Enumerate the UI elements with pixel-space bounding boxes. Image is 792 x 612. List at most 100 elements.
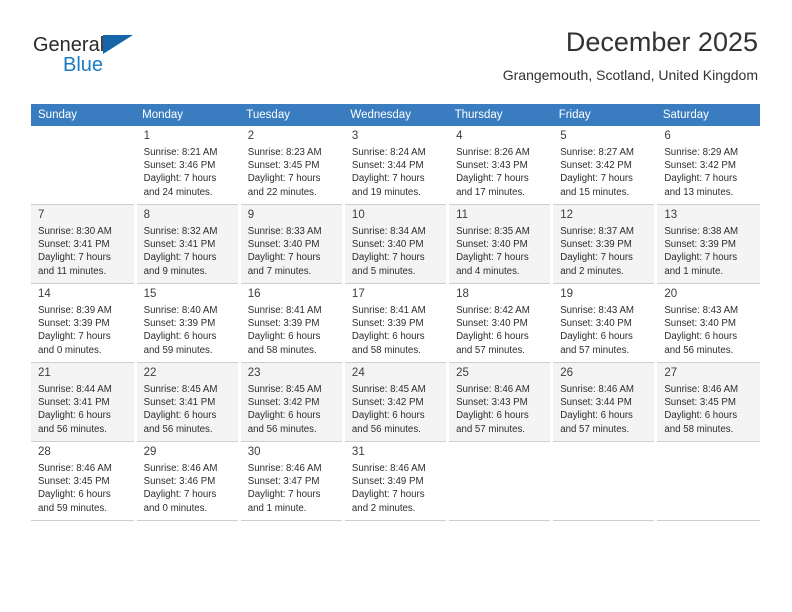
calendar-day-cell[interactable]: 28 Sunrise: 8:46 AM Sunset: 3:45 PM Dayl… — [31, 441, 137, 521]
daylight-text-line2: and 0 minutes. — [143, 502, 208, 514]
daylight-text-line2: and 9 minutes. — [143, 265, 208, 277]
day-number: 21 — [38, 367, 51, 379]
calendar-day-cell[interactable]: 19 Sunrise: 8:43 AM Sunset: 3:40 PM Dayl… — [551, 283, 658, 363]
sunset-text: Sunset: 3:42 PM — [560, 160, 632, 172]
daylight-text-line1: Daylight: 6 hours — [143, 331, 217, 343]
sunrise-text: Sunrise: 8:33 AM — [247, 226, 322, 237]
day-number: 22 — [143, 367, 157, 379]
day-details: Sunrise: 8:41 AM Sunset: 3:39 PM Dayligh… — [248, 304, 336, 357]
day-number: 24 — [351, 367, 365, 379]
calendar-day-cell[interactable]: 31 Sunrise: 8:46 AM Sunset: 3:49 PM Dayl… — [343, 441, 450, 521]
sunrise-text: Sunrise: 8:46 AM — [664, 384, 739, 395]
sunset-text: Sunset: 3:42 PM — [664, 160, 736, 172]
day-details: Sunrise: 8:32 AM Sunset: 3:41 PM Dayligh… — [144, 225, 232, 278]
calendar-day-cell[interactable]: 26 Sunrise: 8:46 AM Sunset: 3:44 PM Dayl… — [551, 362, 658, 442]
day-number: 17 — [351, 288, 365, 300]
calendar-day-cell[interactable]: 4 Sunrise: 8:26 AM Sunset: 3:43 PM Dayli… — [447, 126, 554, 205]
calendar-day-cell[interactable]: 11 Sunrise: 8:35 AM Sunset: 3:40 PM Dayl… — [447, 204, 554, 284]
daylight-text-line1: Daylight: 7 hours — [351, 252, 425, 264]
calendar-day-cell[interactable]: 16 Sunrise: 8:41 AM Sunset: 3:39 PM Dayl… — [239, 283, 345, 363]
sunrise-text: Sunrise: 8:41 AM — [247, 305, 322, 316]
sunset-text: Sunset: 3:45 PM — [247, 160, 320, 172]
day-details: Sunrise: 8:46 AM Sunset: 3:44 PM Dayligh… — [560, 383, 648, 436]
sunset-text: Sunset: 3:46 PM — [143, 160, 216, 172]
day-number: 9 — [247, 209, 255, 221]
daylight-text-line1: Daylight: 6 hours — [456, 331, 529, 343]
calendar-day-cell[interactable]: 30 Sunrise: 8:46 AM Sunset: 3:47 PM Dayl… — [239, 441, 345, 521]
sunset-text: Sunset: 3:41 PM — [143, 239, 216, 251]
day-details: Sunrise: 8:46 AM Sunset: 3:45 PM Dayligh… — [38, 462, 128, 515]
day-number: 10 — [351, 209, 365, 221]
calendar-day-cell[interactable]: 18 Sunrise: 8:42 AM Sunset: 3:40 PM Dayl… — [447, 283, 554, 363]
day-details: Sunrise: 8:42 AM Sunset: 3:40 PM Dayligh… — [456, 304, 544, 357]
calendar-grid: Sunday Monday Tuesday Wednesday Thursday… — [31, 104, 760, 521]
calendar-day-cell[interactable]: 5 Sunrise: 8:27 AM Sunset: 3:42 PM Dayli… — [551, 126, 658, 205]
sunrise-text: Sunrise: 8:46 AM — [143, 463, 218, 474]
calendar-day-cell[interactable]: 8 Sunrise: 8:32 AM Sunset: 3:41 PM Dayli… — [135, 204, 241, 284]
calendar-day-cell[interactable]: 12 Sunrise: 8:37 AM Sunset: 3:39 PM Dayl… — [551, 204, 658, 284]
day-details: Sunrise: 8:46 AM Sunset: 3:45 PM Dayligh… — [664, 383, 754, 436]
calendar-day-cell[interactable]: 10 Sunrise: 8:34 AM Sunset: 3:40 PM Dayl… — [343, 204, 450, 284]
calendar-day-cell[interactable]: 3 Sunrise: 8:24 AM Sunset: 3:44 PM Dayli… — [343, 126, 450, 205]
daylight-text-line2: and 2 minutes. — [560, 265, 624, 277]
daylight-text-line2: and 56 minutes. — [664, 344, 734, 356]
daylight-text-line1: Daylight: 6 hours — [664, 410, 738, 422]
calendar-day-cell[interactable]: 23 Sunrise: 8:45 AM Sunset: 3:42 PM Dayl… — [239, 362, 345, 442]
calendar-day-cell[interactable]: 14 Sunrise: 8:39 AM Sunset: 3:39 PM Dayl… — [31, 283, 137, 363]
sunrise-text: Sunrise: 8:43 AM — [560, 305, 634, 316]
calendar-day-cell[interactable]: 6 Sunrise: 8:29 AM Sunset: 3:42 PM Dayli… — [655, 126, 760, 205]
sunrise-text: Sunrise: 8:34 AM — [351, 226, 426, 237]
day-number: 3 — [351, 130, 359, 142]
sunrise-text: Sunrise: 8:46 AM — [456, 384, 530, 395]
calendar-day-cell[interactable]: 20 Sunrise: 8:43 AM Sunset: 3:40 PM Dayl… — [655, 283, 760, 363]
sunrise-text: Sunrise: 8:43 AM — [664, 305, 739, 316]
daylight-text-line2: and 4 minutes. — [456, 265, 520, 277]
calendar-day-cell[interactable]: 13 Sunrise: 8:38 AM Sunset: 3:39 PM Dayl… — [655, 204, 760, 284]
sunrise-text: Sunrise: 8:23 AM — [247, 147, 322, 158]
day-details: Sunrise: 8:21 AM Sunset: 3:46 PM Dayligh… — [144, 146, 232, 199]
sunrise-text: Sunrise: 8:46 AM — [560, 384, 634, 395]
day-details: Sunrise: 8:40 AM Sunset: 3:39 PM Dayligh… — [144, 304, 232, 357]
daylight-text-line2: and 17 minutes. — [456, 186, 525, 198]
day-number: 14 — [38, 288, 51, 300]
day-details: Sunrise: 8:39 AM Sunset: 3:39 PM Dayligh… — [38, 304, 128, 357]
sunrise-text: Sunrise: 8:42 AM — [456, 305, 530, 316]
sunset-text: Sunset: 3:41 PM — [38, 397, 110, 409]
calendar-day-cell[interactable]: 1 Sunrise: 8:21 AM Sunset: 3:46 PM Dayli… — [135, 126, 241, 205]
calendar-day-cell[interactable]: 25 Sunrise: 8:46 AM Sunset: 3:43 PM Dayl… — [447, 362, 554, 442]
calendar-day-cell[interactable]: 17 Sunrise: 8:41 AM Sunset: 3:39 PM Dayl… — [343, 283, 450, 363]
sunrise-text: Sunrise: 8:45 AM — [247, 384, 322, 395]
sunset-text: Sunset: 3:41 PM — [143, 397, 216, 409]
calendar-day-cell[interactable]: 29 Sunrise: 8:46 AM Sunset: 3:46 PM Dayl… — [135, 441, 241, 521]
daylight-text-line2: and 5 minutes. — [351, 265, 416, 277]
weekday-header-saturday: Saturday — [655, 104, 760, 126]
calendar-day-cell[interactable]: 9 Sunrise: 8:33 AM Sunset: 3:40 PM Dayli… — [239, 204, 345, 284]
day-details: Sunrise: 8:41 AM Sunset: 3:39 PM Dayligh… — [352, 304, 440, 357]
day-number: 1 — [143, 130, 151, 142]
sunrise-text: Sunrise: 8:46 AM — [351, 463, 426, 474]
sunset-text: Sunset: 3:43 PM — [456, 160, 528, 172]
calendar-day-cell[interactable]: 2 Sunrise: 8:23 AM Sunset: 3:45 PM Dayli… — [239, 126, 345, 205]
calendar-day-cell[interactable]: 21 Sunrise: 8:44 AM Sunset: 3:41 PM Dayl… — [31, 362, 137, 442]
daylight-text-line2: and 59 minutes. — [38, 502, 107, 514]
general-blue-logo[interactable]: General Blue — [31, 34, 231, 90]
calendar-week-row: 1 Sunrise: 8:21 AM Sunset: 3:46 PM Dayli… — [31, 126, 760, 205]
calendar-day-cell[interactable]: 15 Sunrise: 8:40 AM Sunset: 3:39 PM Dayl… — [135, 283, 241, 363]
daylight-text-line1: Daylight: 6 hours — [456, 410, 529, 422]
sunrise-text: Sunrise: 8:30 AM — [38, 226, 112, 237]
day-details: Sunrise: 8:46 AM Sunset: 3:49 PM Dayligh… — [352, 462, 440, 515]
daylight-text-line2: and 58 minutes. — [247, 344, 317, 356]
calendar-day-cell-empty — [447, 441, 554, 521]
weekday-header-sunday: Sunday — [31, 104, 136, 126]
day-number: 23 — [247, 367, 261, 379]
calendar-week-row: 14 Sunrise: 8:39 AM Sunset: 3:39 PM Dayl… — [31, 283, 760, 363]
sunrise-text: Sunrise: 8:39 AM — [38, 305, 112, 316]
day-number: 15 — [143, 288, 157, 300]
calendar-day-cell[interactable]: 7 Sunrise: 8:30 AM Sunset: 3:41 PM Dayli… — [31, 204, 137, 284]
weekday-header-wednesday: Wednesday — [343, 104, 448, 126]
calendar-day-cell[interactable]: 27 Sunrise: 8:46 AM Sunset: 3:45 PM Dayl… — [655, 362, 760, 442]
day-details: Sunrise: 8:45 AM Sunset: 3:42 PM Dayligh… — [352, 383, 440, 436]
calendar-day-cell[interactable]: 24 Sunrise: 8:45 AM Sunset: 3:42 PM Dayl… — [343, 362, 450, 442]
sunrise-text: Sunrise: 8:46 AM — [247, 463, 322, 474]
calendar-day-cell[interactable]: 22 Sunrise: 8:45 AM Sunset: 3:41 PM Dayl… — [135, 362, 241, 442]
